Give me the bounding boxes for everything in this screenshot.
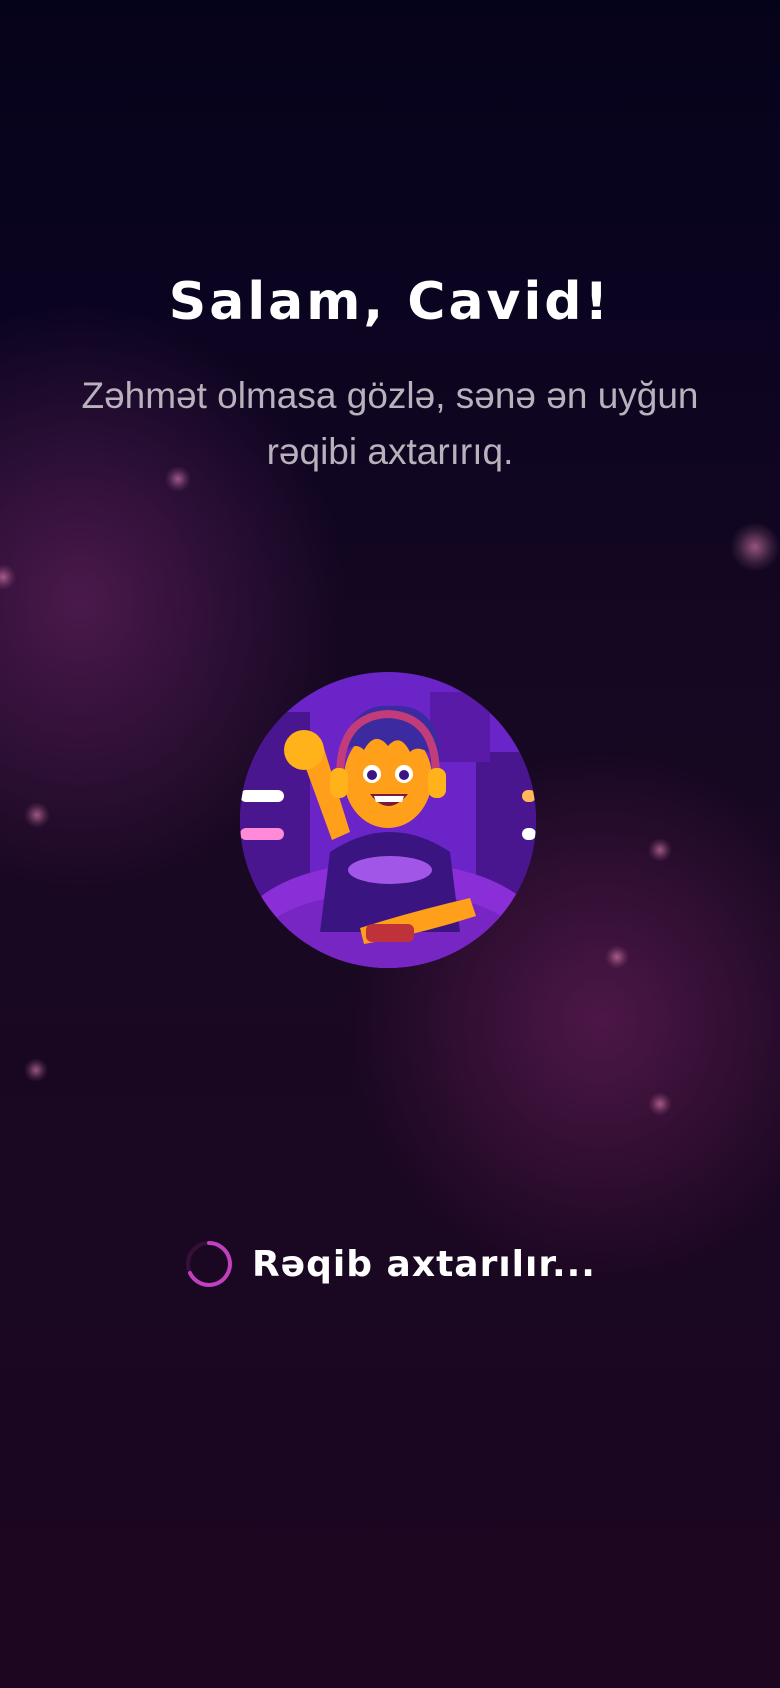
page-subtitle: Zəhmət olmasa gözlə, sənə ən uyğun rəqib… [81, 375, 699, 472]
loading-spinner-icon [186, 1241, 232, 1287]
sparkle [24, 1058, 48, 1082]
sparkle [24, 802, 50, 828]
sparkle [648, 838, 672, 862]
sparkle [648, 1092, 672, 1116]
loading-text: Rəqib axtarılır... [252, 1243, 596, 1285]
sparkle [605, 945, 629, 969]
page-title: Salam, Cavid! [168, 272, 612, 332]
gamer-avatar-icon [240, 672, 536, 968]
sparkle [730, 522, 780, 572]
loading-indicator: Rəqib axtarılır... [0, 1236, 780, 1292]
